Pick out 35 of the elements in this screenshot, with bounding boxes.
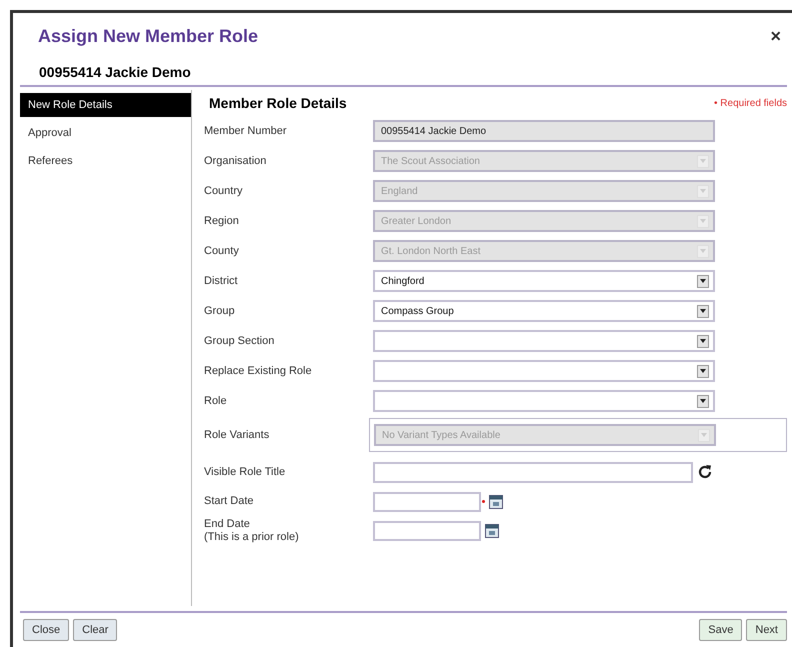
field-label: End Date: [204, 518, 251, 530]
field-label: Organisation: [204, 154, 268, 168]
footer-button[interactable]: Close: [23, 619, 70, 641]
close-button[interactable]: ×: [770, 22, 781, 50]
calendar-icon[interactable]: [489, 494, 503, 508]
dialog-title: Assign New Member Role: [38, 24, 258, 48]
sidebar-item[interactable]: Approval: [20, 121, 191, 145]
footer-button[interactable]: Clear: [73, 619, 118, 641]
field-label: Start Date: [204, 495, 255, 508]
section-heading: Member Role Details: [208, 94, 347, 112]
field-label: Country: [204, 184, 244, 198]
dropdown[interactable]: Chingford: [373, 270, 715, 292]
required-fields-note: • Required fields: [714, 96, 787, 110]
field-label: Role: [204, 394, 228, 408]
field-label: County: [204, 244, 240, 258]
field-label: Group Section: [204, 334, 276, 348]
field-note: (This is a prior role): [204, 530, 300, 544]
footer-button[interactable]: Next: [746, 619, 787, 641]
field-label: Role Variants: [204, 428, 270, 442]
field-label: District: [204, 274, 239, 288]
field-label: Visible Role Title: [204, 466, 286, 478]
refresh-icon[interactable]: [697, 464, 713, 480]
dropdown[interactable]: Compass Group: [373, 300, 715, 322]
field-label: Replace Existing Role: [204, 364, 313, 378]
field-label: Group: [204, 304, 236, 318]
date-field[interactable]: [373, 520, 481, 540]
sidebar-item[interactable]: New Role Details: [20, 93, 191, 117]
member-name-heading: 00955414 Jackie Demo: [39, 62, 191, 82]
input-field[interactable]: [373, 462, 693, 482]
sidebar-item[interactable]: Referees: [20, 149, 191, 173]
footer-button[interactable]: Save: [699, 619, 742, 641]
field-label: Region: [204, 214, 240, 228]
date-field[interactable]: [373, 492, 481, 512]
field-label: Member Number: [204, 124, 288, 138]
calendar-icon[interactable]: [485, 524, 499, 538]
